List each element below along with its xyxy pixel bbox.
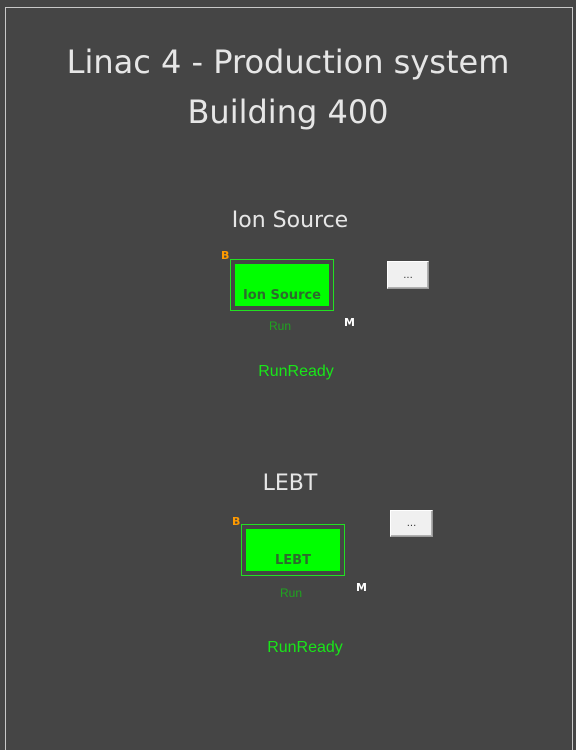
- page-title-line2: Building 400: [187, 93, 389, 131]
- ion-source-block[interactable]: Ion Source: [230, 259, 334, 311]
- ion-source-state: Run: [268, 319, 291, 333]
- lebt-block[interactable]: LEBT: [241, 524, 345, 576]
- badge-b-lebt: B: [232, 515, 241, 528]
- control-panel: Linac 4 - Production system Building 400…: [0, 0, 576, 750]
- lebt-more-button[interactable]: ...: [390, 510, 433, 537]
- badge-m-ion-source: M: [344, 316, 355, 329]
- lebt-state: Run: [279, 586, 302, 600]
- lebt-block-label: LEBT: [275, 553, 311, 568]
- badge-m-lebt: M: [356, 581, 367, 594]
- lebt-block-fill: LEBT: [246, 529, 340, 571]
- lebt-status: RunReady: [267, 639, 343, 656]
- badge-b-ion-source: B: [221, 249, 230, 262]
- page-title-line1: Linac 4 - Production system: [66, 43, 510, 81]
- ion-source-block-fill: Ion Source: [235, 264, 329, 306]
- ion-source-status: RunReady: [258, 363, 334, 380]
- section-title-ion-source: Ion Source: [231, 208, 349, 233]
- ion-source-block-label: Ion Source: [242, 288, 322, 303]
- ion-source-more-button[interactable]: ...: [387, 261, 429, 289]
- section-title-lebt: LEBT: [262, 471, 318, 496]
